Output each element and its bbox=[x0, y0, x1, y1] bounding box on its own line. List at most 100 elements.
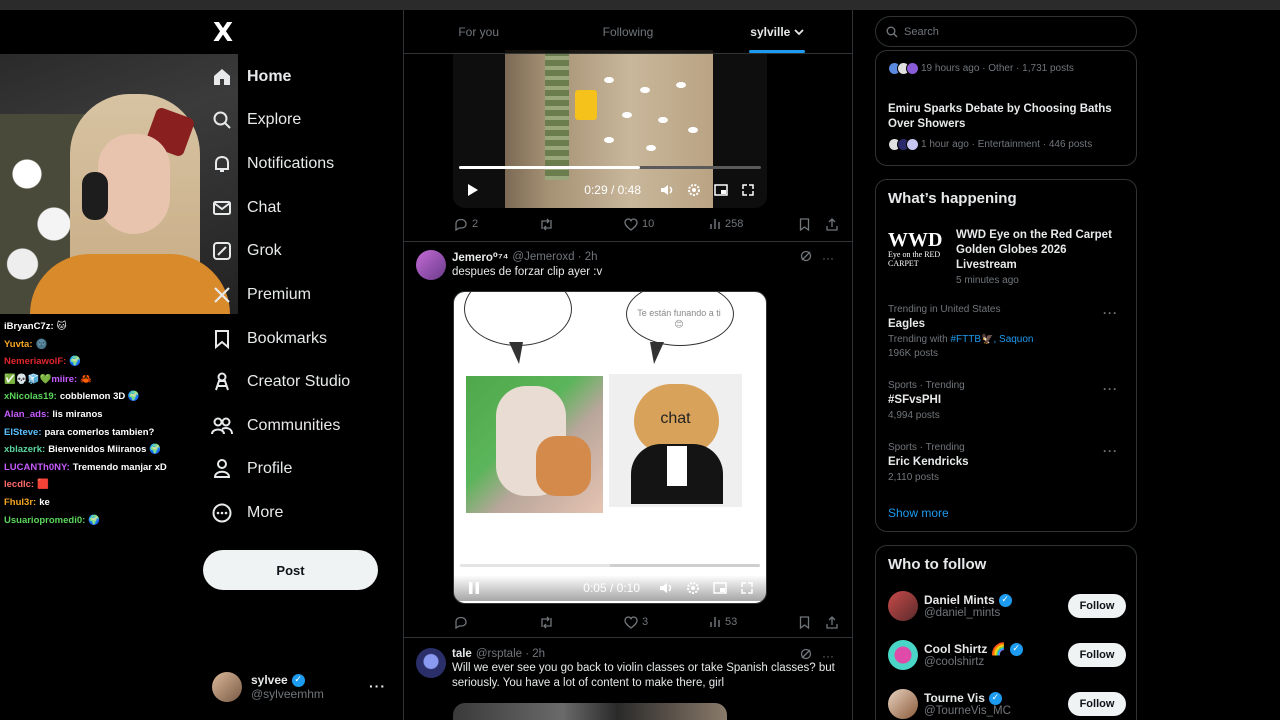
trend-context: Sports · Trending bbox=[888, 380, 965, 391]
mini-avatars bbox=[888, 62, 919, 75]
fullscreen-icon[interactable] bbox=[739, 181, 757, 199]
chat-message: LUCANTh0NY: Tremendo manjar xD bbox=[4, 459, 204, 477]
fullscreen-icon[interactable] bbox=[738, 579, 756, 597]
news-meta: 1 hour ago · Entertainment · 446 posts bbox=[921, 139, 1093, 150]
news-item[interactable]: 19 hours ago · Other · 1,731 posts bbox=[888, 62, 1126, 75]
more-icon[interactable]: ··· bbox=[822, 251, 834, 265]
more-icon[interactable]: ··· bbox=[1103, 444, 1118, 458]
pip-icon[interactable] bbox=[711, 579, 729, 597]
follow-button[interactable]: Follow bbox=[1068, 643, 1126, 667]
avatar[interactable] bbox=[416, 250, 446, 280]
x-icon bbox=[210, 283, 234, 307]
more-icon[interactable]: ··· bbox=[822, 649, 834, 663]
share-button[interactable] bbox=[826, 217, 842, 231]
video-progress-bar[interactable] bbox=[460, 564, 760, 567]
tweet-author-handle[interactable]: @Jemeroxd · 2h bbox=[512, 251, 597, 263]
play-icon[interactable] bbox=[463, 180, 483, 200]
tweet-video[interactable]: Te están funando a ti 😊 chat 0:05 / 0:10 bbox=[453, 291, 767, 604]
more-icon[interactable]: ··· bbox=[1103, 382, 1118, 396]
search-box[interactable] bbox=[875, 16, 1137, 47]
featured-news[interactable]: WWD Eye on the Red Carpet Golden Globes … bbox=[956, 228, 1126, 286]
tweet-video[interactable]: 0:29 / 0:48 bbox=[453, 50, 767, 208]
views-button[interactable]: 258 bbox=[709, 218, 789, 230]
repost-button[interactable] bbox=[539, 218, 624, 231]
follow-button[interactable]: Follow bbox=[1068, 692, 1126, 716]
avatar[interactable] bbox=[416, 648, 446, 678]
avatar[interactable] bbox=[888, 640, 918, 670]
reply-button[interactable]: 2 bbox=[454, 218, 539, 231]
pip-icon[interactable] bbox=[712, 181, 730, 199]
bookmark-button[interactable] bbox=[799, 217, 814, 231]
hand-cursor-icon: ☝ bbox=[570, 530, 580, 547]
volume-icon[interactable] bbox=[658, 181, 676, 199]
tab-sylville[interactable]: sylville bbox=[703, 10, 852, 53]
trend-item[interactable]: Sports · Trending #SFvsPHI 4,994 posts ·… bbox=[888, 380, 1126, 421]
avatar[interactable] bbox=[888, 591, 918, 621]
more-icon[interactable]: ··· bbox=[1103, 306, 1118, 320]
nav-profile[interactable]: Profile bbox=[210, 451, 292, 487]
tab-label: sylville bbox=[750, 24, 791, 39]
account-switcher[interactable]: sylvee ✓ @sylveemhm ··· bbox=[212, 670, 392, 704]
nav-bookmarks[interactable]: Bookmarks bbox=[210, 321, 327, 357]
follow-suggestion[interactable]: Daniel Mints ✓ @daniel_mints Follow bbox=[888, 588, 1126, 624]
nav-notifications[interactable]: Notifications bbox=[210, 146, 334, 182]
nav-home[interactable]: Home bbox=[210, 59, 291, 95]
like-button[interactable]: 3 bbox=[624, 615, 709, 629]
search-input[interactable] bbox=[904, 25, 1104, 38]
post-button[interactable]: Post bbox=[203, 550, 378, 590]
tweet-author-name[interactable]: Jemero⁰⁷⁴ bbox=[452, 250, 508, 264]
nav-premium-label: Premium bbox=[247, 286, 312, 303]
nav-premium[interactable]: Premium bbox=[210, 277, 311, 313]
follow-suggestion[interactable]: Tourne Vis ✓ @TourneVis_MC Follow bbox=[888, 686, 1126, 720]
follow-suggestion[interactable]: Cool Shirtz 🌈 ✓ @coolshirtz Follow bbox=[888, 637, 1126, 673]
video-progress-bar[interactable] bbox=[459, 166, 761, 169]
avatar[interactable] bbox=[888, 689, 918, 719]
more-icon[interactable]: ··· bbox=[369, 678, 386, 694]
chat-text: 🌚 bbox=[35, 338, 48, 350]
reply-button[interactable] bbox=[454, 616, 539, 629]
like-button[interactable]: 10 bbox=[624, 217, 709, 231]
nav-explore[interactable]: Explore bbox=[210, 102, 301, 138]
volume-icon[interactable] bbox=[657, 579, 675, 597]
tweet-divider bbox=[404, 241, 852, 242]
repost-button[interactable] bbox=[539, 616, 624, 629]
news-item[interactable]: Emiru Sparks Debate by Choosing Baths Ov… bbox=[888, 102, 1126, 151]
trend-item[interactable]: Sports · Trending Eric Kendricks 2,110 p… bbox=[888, 442, 1126, 483]
nav-communities[interactable]: Communities bbox=[210, 408, 340, 444]
share-button[interactable] bbox=[826, 615, 842, 629]
grok-icon[interactable] bbox=[800, 250, 812, 265]
avatar bbox=[212, 672, 242, 702]
nav-chat[interactable]: Chat bbox=[210, 190, 281, 226]
follow-name: Daniel Mints bbox=[924, 593, 995, 607]
nav-creator-studio[interactable]: Creator Studio bbox=[210, 364, 350, 400]
follow-button[interactable]: Follow bbox=[1068, 594, 1126, 618]
x-logo[interactable]: X bbox=[208, 18, 238, 48]
nav-more[interactable]: More bbox=[210, 495, 283, 531]
chat-text: 🌍 bbox=[88, 514, 101, 526]
follow-handle: @TourneVis_MC bbox=[924, 705, 1011, 717]
tweet-author-name[interactable]: tale bbox=[452, 648, 472, 660]
news-time: 5 minutes ago bbox=[956, 275, 1019, 286]
chat-text: lis miranos bbox=[52, 408, 103, 420]
tweet-media[interactable] bbox=[453, 703, 727, 720]
trend-count: 2,110 posts bbox=[888, 472, 939, 483]
show-more-link[interactable]: Show more bbox=[888, 506, 949, 520]
reply-icon bbox=[455, 616, 467, 629]
follow-name: Cool Shirtz 🌈 bbox=[924, 642, 1006, 656]
tab-for-you[interactable]: For you bbox=[404, 10, 553, 53]
trend-item[interactable]: Trending in United States Eagles Trendin… bbox=[888, 304, 1126, 359]
tweet-author-handle[interactable]: @rsptale · 2h bbox=[476, 648, 545, 660]
views-button[interactable]: 53 bbox=[709, 616, 789, 628]
nav-grok[interactable]: Grok bbox=[210, 233, 282, 269]
follow-name: Tourne Vis bbox=[924, 691, 985, 705]
grok-icon[interactable] bbox=[800, 648, 812, 663]
tweet-divider bbox=[404, 637, 852, 638]
account-display-name: sylvee bbox=[251, 673, 288, 687]
bookmark-button[interactable] bbox=[799, 615, 814, 629]
trend-with-links[interactable]: #FTTB🦅, Saquon bbox=[950, 334, 1033, 345]
tab-following[interactable]: Following bbox=[553, 10, 702, 53]
wwd-logo[interactable]: WWD Eye on the RED CARPET bbox=[888, 230, 948, 276]
pause-icon[interactable] bbox=[464, 578, 484, 598]
settings-gear-icon[interactable] bbox=[684, 579, 702, 597]
settings-gear-icon[interactable] bbox=[685, 181, 703, 199]
